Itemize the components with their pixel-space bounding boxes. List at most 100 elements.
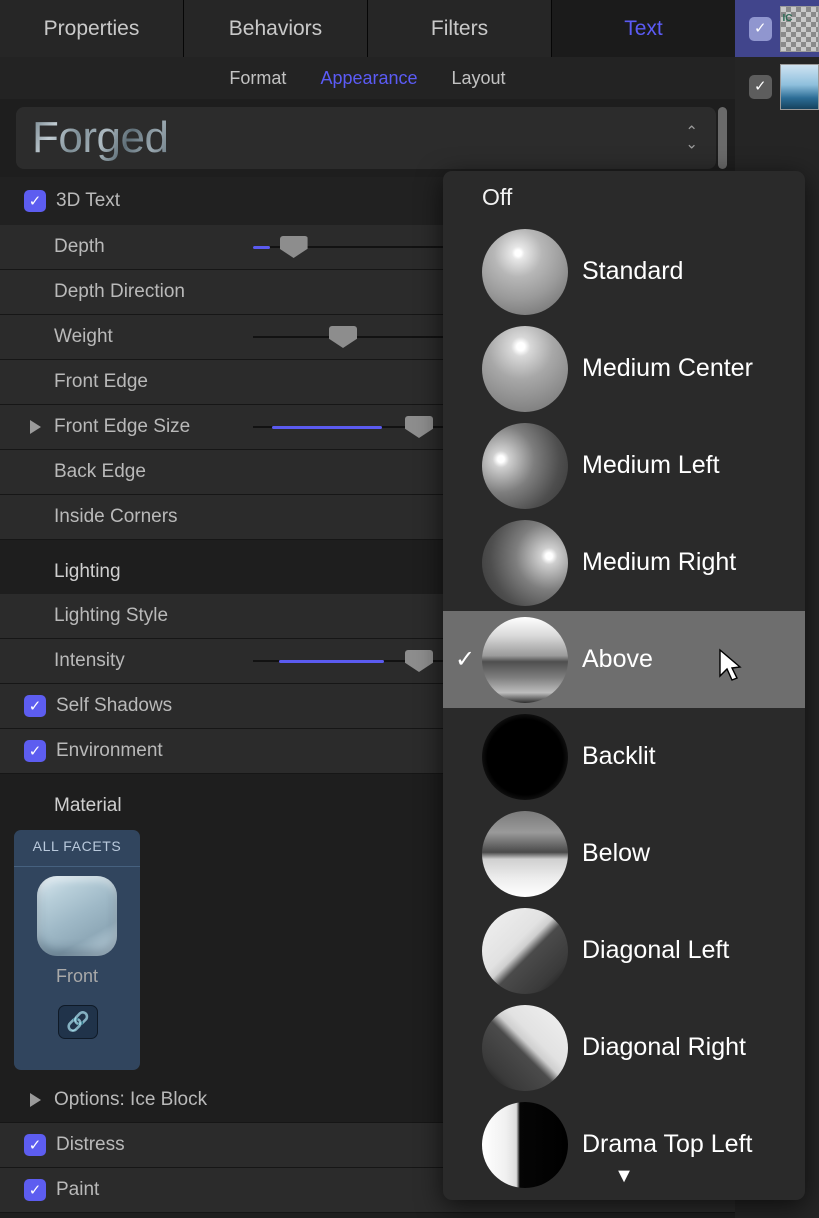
slider-weight[interactable] [253,326,443,348]
menu-item-label: Medium Left [582,451,720,479]
param-label: Environment [56,740,163,761]
material-facet-well[interactable]: ALL FACETS Front 🔗 [14,830,140,1070]
menu-item-label: Medium Right [582,548,737,576]
motion-inspector-window: eli al ✓ IC ✓ Properties Behav [0,0,819,1218]
sphere-preview-above [482,616,568,703]
text-preview-area: Forged ⌃ ⌄ [0,99,735,177]
sphere-preview-standard [482,228,568,315]
subtab-layout[interactable]: Layout [452,68,506,89]
layer-visibility-checkbox[interactable]: ✓ [749,74,772,99]
slider-fill [272,425,382,429]
param-label: Paint [56,1179,100,1200]
menu-item-backlit[interactable]: Backlit [443,708,805,805]
menu-item-label: Off [482,183,513,210]
text-style-value: Forged [32,113,169,162]
chevron-down-icon[interactable]: ▼ [443,1166,805,1186]
sphere-preview-below [482,810,568,897]
link-icon[interactable]: 🔗 [58,1005,98,1039]
param-label: Front Edge Size [54,416,191,437]
menu-item-label: Diagonal Right [582,1033,746,1061]
sphere-preview-diagonal-right [482,1004,568,1091]
inspector-tab-bar: Properties Behaviors Filters Text [0,0,735,57]
menu-item-label: Standard [582,257,684,285]
menu-item-label: Diagonal Left [582,936,730,964]
menu-item-medium-left[interactable]: Medium Left [443,417,805,514]
tab-filters[interactable]: Filters [368,0,552,57]
layer-visibility-checkbox[interactable]: ✓ [749,16,772,41]
layer-thumbnail: IC [779,5,819,52]
menu-item-label: Drama Top Left [582,1130,753,1158]
disclosure-right-icon[interactable] [30,1093,41,1107]
facet-caption: ALL FACETS [32,838,122,854]
checkbox-paint[interactable]: ✓ [24,1179,46,1201]
param-label: Intensity [54,650,125,671]
menu-item-medium-right[interactable]: Medium Right [443,514,805,611]
menu-item-label: Medium Center [582,354,753,382]
param-label: Distress [56,1134,125,1155]
sphere-preview-medium-right [482,519,568,606]
slider-knob[interactable] [405,416,433,438]
mouse-cursor [719,648,742,681]
subtab-appearance[interactable]: Appearance [320,68,417,89]
slider-fill [279,659,384,663]
stepper-up-down-icon[interactable]: ⌃ ⌄ [685,125,698,152]
slider-knob[interactable] [279,236,308,258]
divider [14,866,140,867]
tab-properties[interactable]: Properties [0,0,184,57]
tab-label: Properties [43,16,140,40]
subtab-format[interactable]: Format [229,68,286,89]
menu-item-label: Backlit [582,742,656,770]
slider-knob[interactable] [329,326,357,348]
sphere-preview-diagonal-left [482,907,568,994]
checkbox-self-shadows[interactable]: ✓ [24,695,46,717]
checkmark-icon: ✓ [455,646,476,673]
sphere-preview-medium-left [482,422,568,509]
param-label: Lighting Style [54,605,169,626]
layer-row[interactable]: ✓ [735,58,819,115]
slider-depth[interactable] [253,236,443,258]
tab-label: Behaviors [228,16,323,40]
menu-item-above[interactable]: ✓ Above [443,611,805,708]
tab-behaviors[interactable]: Behaviors [184,0,368,57]
layer-thumbnail [779,63,819,110]
checkbox-distress[interactable]: ✓ [24,1134,46,1156]
tab-label: Text [624,16,663,40]
section-title: Lighting [54,560,121,582]
menu-item-below[interactable]: Below [443,805,805,902]
menu-item-diagonal-left[interactable]: Diagonal Left [443,902,805,999]
material-swatch-front[interactable] [37,876,117,956]
text-subtab-bar: Format Appearance Layout [0,57,735,100]
menu-item-standard[interactable]: Standard [443,223,805,320]
menu-item-diagonal-right[interactable]: Diagonal Right [443,999,805,1096]
slider-knob[interactable] [405,650,433,672]
menu-item-medium-center[interactable]: Medium Center [443,320,805,417]
lighting-style-popup-menu[interactable]: Off Standard Medium Center Medium Left M… [443,171,805,1200]
menu-item-off[interactable]: Off [443,171,805,223]
checkbox-environment[interactable]: ✓ [24,740,46,762]
slider-intensity[interactable] [253,650,443,672]
slider-fill [253,245,271,249]
menu-item-label: Below [582,839,651,867]
param-label: Self Shadows [56,695,173,716]
layer-row[interactable]: ✓ IC [735,0,819,57]
tab-text[interactable]: Text [552,0,735,57]
param-label: Back Edge [54,461,146,482]
sphere-preview-backlit [482,713,568,800]
disclosure-right-icon[interactable] [30,420,41,434]
slider-front-edge-size[interactable] [253,416,443,438]
param-label: Weight [54,326,113,347]
text-style-field[interactable]: Forged ⌃ ⌄ [16,107,716,169]
param-label: Depth [54,236,105,257]
tab-label: Filters [430,16,489,40]
facet-name: Front [55,966,98,986]
sphere-preview-medium-center [482,325,568,412]
param-label: Options: Ice Block [54,1089,208,1110]
checkbox-3d-text[interactable]: ✓ [24,190,46,212]
param-label: Inside Corners [54,506,178,527]
section-title: Material [54,794,122,816]
param-label: Front Edge [54,371,148,392]
param-label: 3D Text [56,190,121,211]
scrollbar-thumb[interactable] [718,107,727,169]
param-label: Depth Direction [54,281,185,302]
menu-item-label: Above [582,645,653,673]
